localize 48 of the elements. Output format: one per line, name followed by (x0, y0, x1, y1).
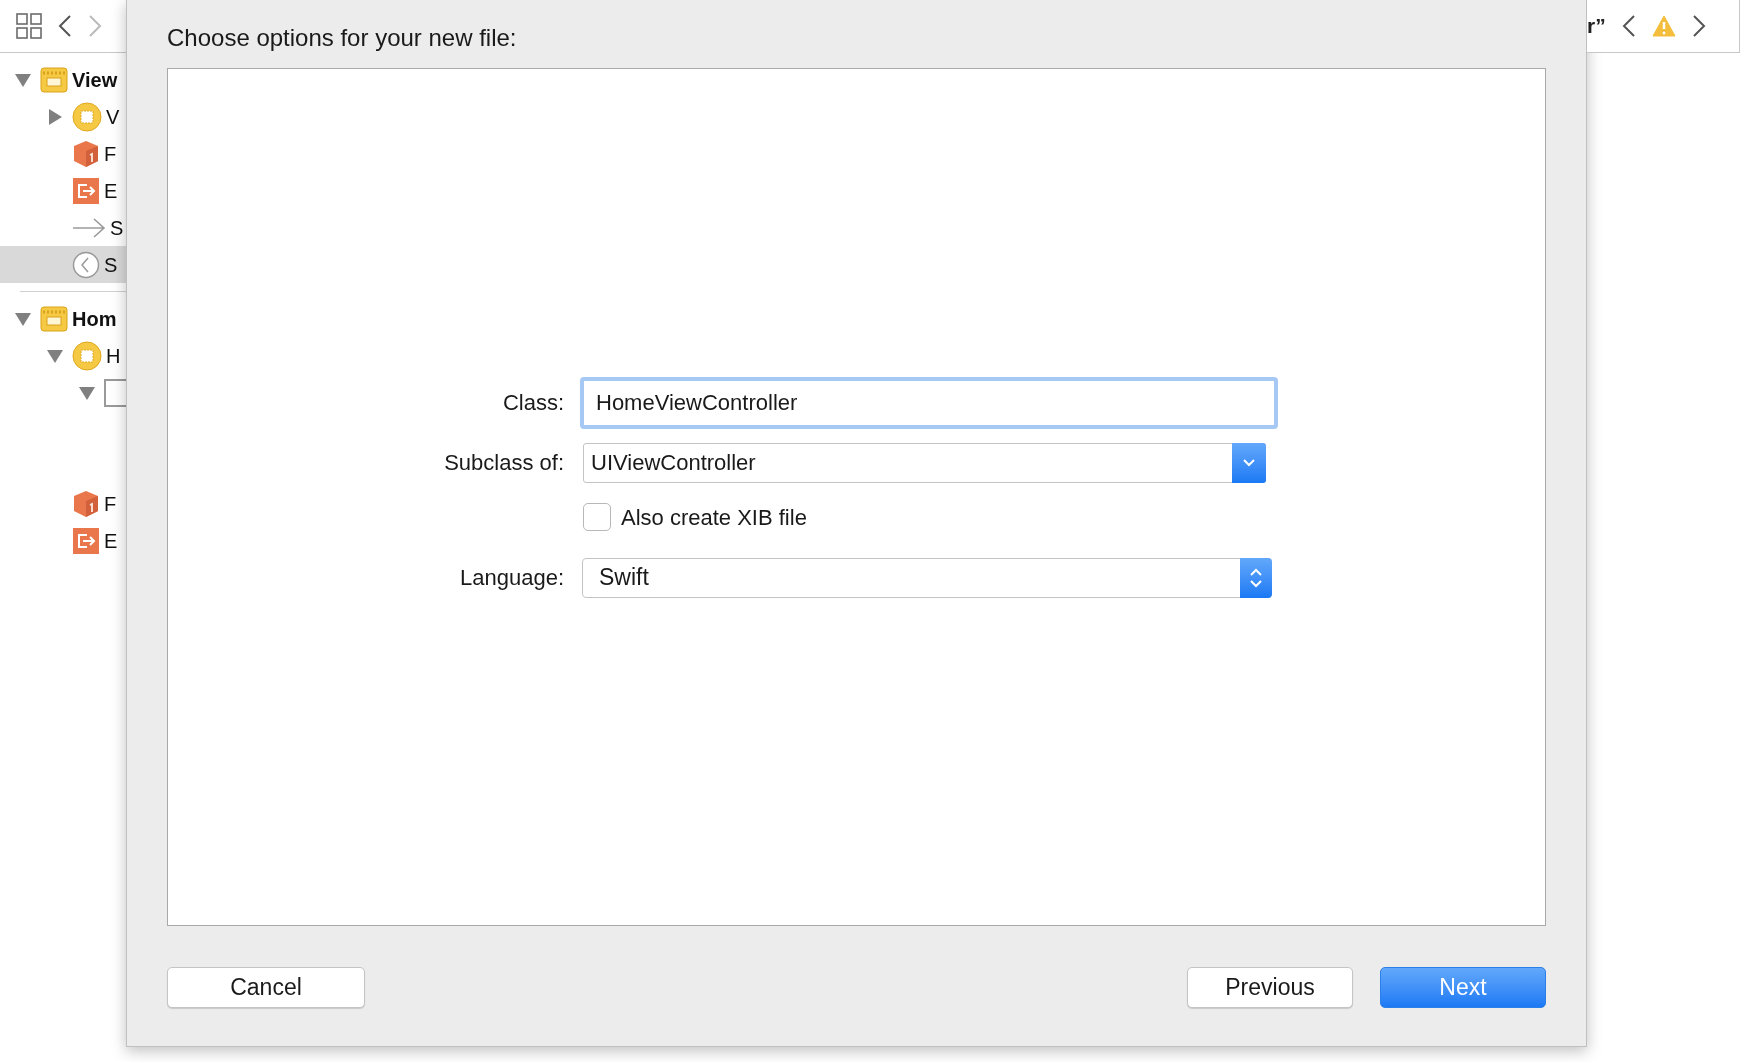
field-label: Class: (501, 389, 565, 417)
subclass-popup[interactable]: UIViewController (583, 442, 1266, 483)
outline-label: S (110, 215, 124, 241)
back-circle-icon (72, 250, 100, 279)
outline-row[interactable]: View (0, 61, 126, 98)
outline-row[interactable]: E (0, 522, 126, 559)
outline-row[interactable]: E (0, 172, 126, 209)
outline-label: View (72, 67, 118, 93)
dialog-button[interactable]: Cancel (167, 967, 365, 1008)
outline-row[interactable]: F (0, 485, 126, 522)
checkbox[interactable] (583, 503, 611, 531)
outline-row[interactable]: S (0, 209, 126, 246)
outline-row[interactable]: V (0, 98, 126, 135)
back-icon[interactable] (58, 14, 72, 38)
outline-label: S (104, 252, 118, 278)
outline-row[interactable]: Hom (0, 300, 126, 337)
chevron-down-icon (1242, 457, 1256, 468)
storyboard-scene-icon (40, 304, 68, 333)
outline-row[interactable]: S (0, 246, 126, 283)
outline-label: Hom (72, 306, 117, 332)
arrow-icon (72, 217, 106, 238)
view-controller-icon (72, 340, 102, 371)
class-field[interactable]: HomeViewController (580, 376, 1278, 429)
view-controller-icon (72, 101, 102, 132)
dialog-button[interactable]: Previous (1187, 967, 1353, 1008)
outline-row[interactable]: H (0, 337, 126, 374)
outline-label: F (104, 491, 117, 517)
editor-title: r” (1587, 13, 1606, 40)
exit-icon (72, 176, 100, 205)
outline-label: E (104, 178, 118, 204)
disclosure-triangle-right-icon[interactable] (46, 107, 64, 126)
cube-icon (74, 490, 98, 517)
field-label: Language: (459, 564, 565, 592)
back-icon[interactable] (1621, 14, 1636, 38)
grid-icon[interactable] (16, 13, 42, 39)
cube-icon (74, 140, 98, 167)
exit-icon (72, 526, 100, 555)
outline-label: V (106, 104, 120, 130)
checkbox-label: Also create XIB file (621, 503, 807, 532)
language-popup[interactable]: Swift (582, 557, 1272, 598)
outline-label: F (104, 141, 117, 167)
outline-label: E (104, 528, 118, 554)
dialog-title: Choose options for your new file: (167, 23, 518, 53)
outline-label: H (106, 343, 121, 369)
field-label: Subclass of: (443, 449, 565, 477)
storyboard-scene-icon (40, 65, 68, 94)
forward-icon[interactable] (1691, 14, 1706, 38)
outline-row[interactable]: F (0, 135, 126, 172)
